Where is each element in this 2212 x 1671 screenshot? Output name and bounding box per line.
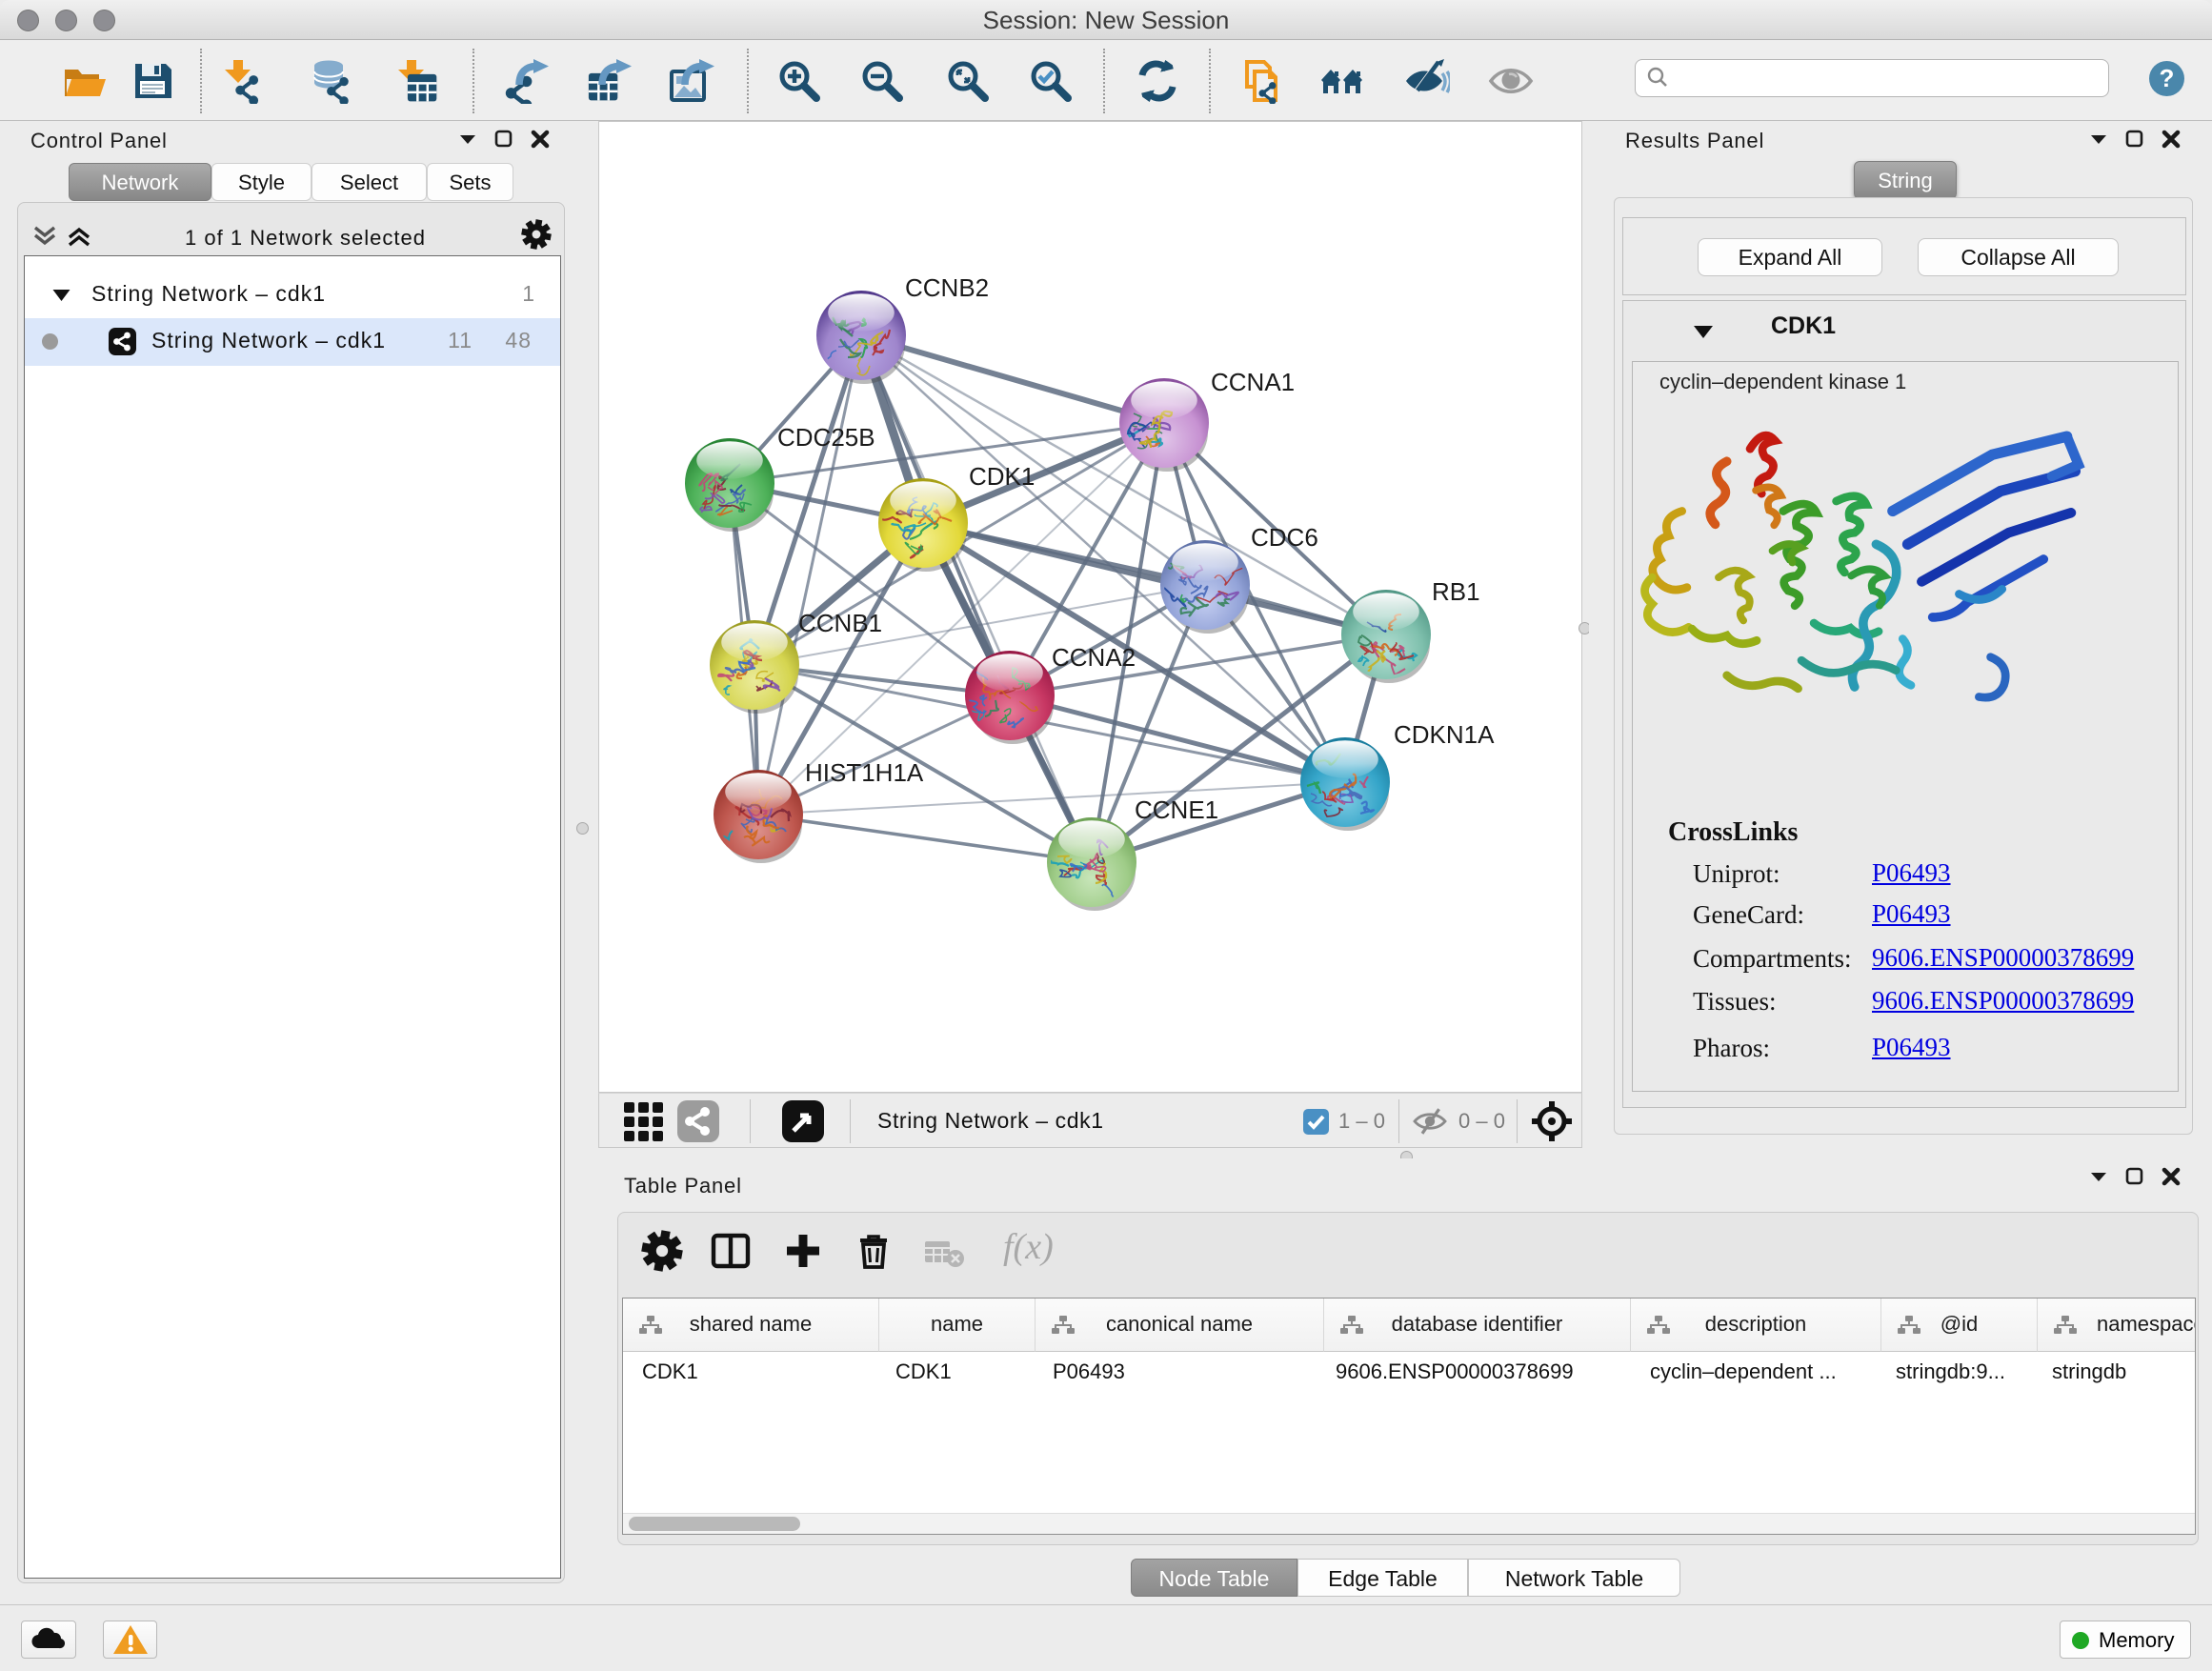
svg-text:CCNA1: CCNA1: [1211, 368, 1295, 396]
svg-text:CCNA2: CCNA2: [1052, 643, 1136, 672]
svg-text:CCNB1: CCNB1: [798, 609, 882, 637]
svg-text:CDC6: CDC6: [1251, 523, 1318, 552]
svg-text:CDC25B: CDC25B: [777, 423, 875, 452]
svg-text:CDKN1A: CDKN1A: [1394, 720, 1495, 749]
svg-text:CCNB2: CCNB2: [905, 273, 989, 302]
svg-text:RB1: RB1: [1432, 577, 1480, 606]
svg-text:CCNE1: CCNE1: [1135, 795, 1218, 824]
svg-text:HIST1H1A: HIST1H1A: [805, 758, 924, 787]
svg-text:CDK1: CDK1: [969, 462, 1035, 491]
